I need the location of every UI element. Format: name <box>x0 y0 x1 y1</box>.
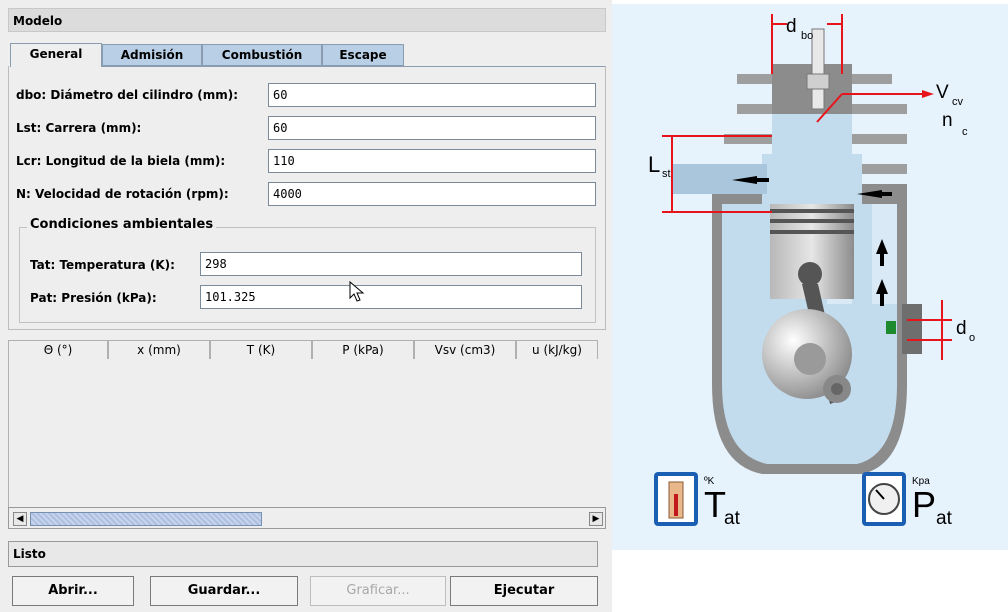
thermometer-icon <box>654 472 698 526</box>
scroll-left-icon[interactable]: ◀ <box>13 512 27 526</box>
dbo-input[interactable]: 60 <box>268 83 596 107</box>
pressure-gauge-icon <box>862 472 906 526</box>
tab-general[interactable]: General <box>10 43 102 67</box>
ambient-conditions-title: Condiciones ambientales <box>27 217 217 232</box>
col-header-vsv[interactable]: Vsv (cm3) <box>414 340 516 360</box>
col-header-t[interactable]: T (K) <box>210 340 312 360</box>
lst-input[interactable]: 60 <box>268 116 596 140</box>
pat-symbol: P <box>912 484 937 525</box>
tab-admision[interactable]: Admisión <box>102 44 202 66</box>
pat-symbol-sub: at <box>936 508 952 529</box>
tab-combustion[interactable]: Combustión <box>202 44 322 66</box>
dbo-symbol-sub: bo <box>801 30 814 42</box>
window-title: Modelo <box>8 8 606 32</box>
results-table-body[interactable] <box>8 359 599 507</box>
lst-label: Lst: Carrera (mm): <box>16 121 142 135</box>
nc-symbol-sub: c <box>962 126 968 138</box>
rpm-label: N: Velocidad de rotación (rpm): <box>16 187 229 201</box>
engine-diagram: d bo V cv n c L st d o ºK T at Kpa P at <box>612 4 1008 550</box>
nc-symbol: n <box>942 110 953 131</box>
lst-symbol-sub: st <box>662 168 671 180</box>
lcr-label: Lcr: Longitud de la biela (mm): <box>16 154 226 168</box>
col-header-x[interactable]: x (mm) <box>108 340 210 360</box>
save-button[interactable]: Guardar... <box>150 576 298 606</box>
tat-symbol: T <box>704 484 726 525</box>
lcr-input[interactable]: 110 <box>268 149 596 173</box>
tat-label: Tat: Temperatura (K): <box>30 258 175 272</box>
scroll-right-icon[interactable]: ▶ <box>589 512 603 526</box>
pat-label: Pat: Presión (kPa): <box>30 291 157 305</box>
col-header-theta[interactable]: Θ (°) <box>8 340 108 360</box>
vcv-symbol: V <box>936 82 949 103</box>
dbo-symbol: d <box>786 16 797 37</box>
tat-input[interactable]: 298 <box>200 252 582 276</box>
vcv-symbol-sub: cv <box>952 96 963 108</box>
do-symbol: d <box>956 318 967 339</box>
col-header-u[interactable]: u (kJ/kg) <box>516 340 598 360</box>
scrollbar-thumb[interactable] <box>30 512 262 526</box>
status-bar: Listo <box>8 541 598 567</box>
lst-symbol: L <box>648 152 661 177</box>
do-symbol-sub: o <box>969 332 976 344</box>
tab-escape[interactable]: Escape <box>322 44 404 66</box>
mouse-cursor-icon <box>349 280 365 302</box>
run-button[interactable]: Ejecutar <box>450 576 598 606</box>
col-header-p[interactable]: P (kPa) <box>312 340 414 360</box>
rpm-input[interactable]: 4000 <box>268 182 596 206</box>
model-panel: Modelo General Admisión Combustión Escap… <box>0 0 612 612</box>
open-button[interactable]: Abrir... <box>12 576 134 606</box>
dbo-label: dbo: Diámetro del cilindro (mm): <box>16 88 239 102</box>
plot-button[interactable]: Graficar... <box>310 576 446 606</box>
pat-input[interactable]: 101.325 <box>200 285 582 309</box>
tat-symbol-sub: at <box>724 508 740 529</box>
